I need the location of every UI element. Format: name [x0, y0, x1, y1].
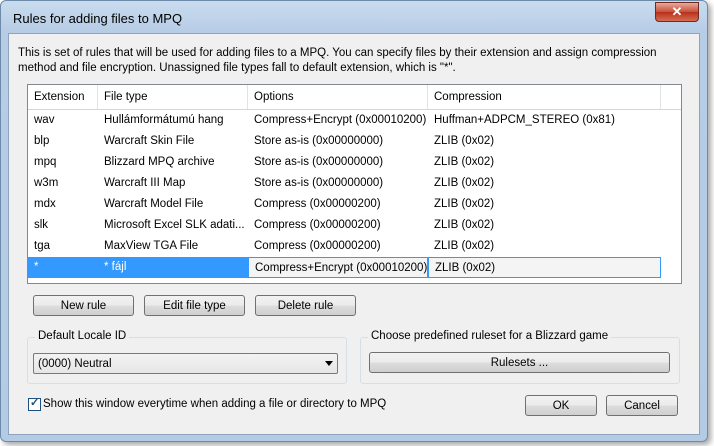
cell-extension: w3m: [34, 177, 59, 189]
ok-button[interactable]: OK: [525, 395, 597, 416]
window-title: Rules for adding files to MPQ: [13, 11, 183, 26]
cell-compression: ZLIB (0x02): [434, 198, 495, 210]
cell-file-type: Warcraft Skin File: [104, 135, 195, 147]
cell-options: Compress (0x00000200): [254, 198, 381, 210]
cell-extension: mdx: [34, 198, 56, 210]
table-row[interactable]: wav Hullámformátumú hang Compress+Encrypt …: [28, 110, 681, 131]
list-header: Extension File type Options Compression: [28, 85, 681, 110]
checkmark-icon: ✓: [30, 397, 40, 409]
title-bar[interactable]: Rules for adding files to MPQ ✕: [1, 1, 707, 33]
column-header-compression[interactable]: Compression: [428, 85, 661, 109]
cell-compression: ZLIB (0x02): [434, 135, 495, 147]
chevron-down-icon: [325, 361, 333, 366]
cell-extension: wav: [34, 114, 55, 126]
cell-file-type: Warcraft III Map: [104, 177, 186, 189]
cell-file-type: Blizzard MPQ archive: [104, 156, 215, 168]
cell-options: Compress (0x00000200): [254, 219, 381, 231]
table-row[interactable]: tga MaxView TGA File Compress (0x00000200)…: [28, 236, 681, 257]
cell-file-type: Microsoft Excel SLK adati...: [104, 219, 245, 231]
cell-options: Store as-is (0x00000000): [254, 135, 384, 147]
cancel-button[interactable]: Cancel: [606, 395, 678, 416]
cell-compression: ZLIB (0x02): [434, 177, 495, 189]
close-button[interactable]: ✕: [655, 2, 699, 22]
cell-options: Compress+Encrypt (0x00010200): [254, 114, 427, 126]
table-row[interactable]: blp Warcraft Skin File Store as-is (0x0000…: [28, 131, 681, 152]
cell-extension: slk: [34, 219, 49, 231]
table-row[interactable]: w3m Warcraft III Map Store as-is (0x000000…: [28, 173, 681, 194]
description-text: This is set of rules that will be used f…: [18, 47, 657, 74]
rulesets-button[interactable]: Rulesets ...: [369, 352, 670, 373]
cell-extension: *: [28, 257, 98, 278]
cell-options: Store as-is (0x00000000): [254, 156, 384, 168]
rules-list[interactable]: Extension File type Options Compression …: [27, 84, 682, 284]
cell-compression: ZLIB (0x02): [434, 240, 495, 252]
cell-file-type: Hullámformátumú hang: [104, 114, 224, 126]
cell-extension: blp: [34, 135, 50, 147]
show-window-checkbox[interactable]: ✓: [28, 397, 41, 411]
cell-compression: Huffman+ADPCM_STEREO (0x81): [434, 114, 615, 126]
locale-select[interactable]: (0000) Neutral: [33, 353, 338, 374]
cell-file-type: * fájl: [98, 257, 248, 278]
cell-options: Compress+Encrypt (0x00010200): [248, 257, 428, 278]
table-row[interactable]: slk Microsoft Excel SLK adati... Compress …: [28, 215, 681, 236]
locale-group-label: Default Locale ID: [35, 330, 130, 342]
new-rule-button[interactable]: New rule: [33, 295, 134, 316]
cell-extension: mpq: [34, 156, 57, 168]
locale-select-value: (0000) Neutral: [38, 358, 112, 370]
cell-file-type: MaxView TGA File: [104, 240, 199, 252]
cell-compression: ZLIB (0x02): [434, 219, 495, 231]
cell-file-type: Warcraft Model File: [104, 198, 204, 210]
cell-options: Store as-is (0x00000000): [254, 177, 384, 189]
show-window-checkbox-label[interactable]: Show this window everytime when adding a…: [43, 398, 386, 410]
cell-options: Compress (0x00000200): [254, 240, 381, 252]
column-header-extension[interactable]: Extension: [28, 85, 98, 109]
column-header-file-type[interactable]: File type: [98, 85, 248, 109]
cell-extension: tga: [34, 240, 50, 252]
ruleset-group-label: Choose predefined ruleset for a Blizzard…: [368, 330, 612, 342]
delete-rule-button[interactable]: Delete rule: [255, 295, 356, 316]
column-header-options[interactable]: Options: [248, 85, 428, 109]
cell-compression: ZLIB (0x02): [434, 156, 495, 168]
table-row[interactable]: mpq Blizzard MPQ archive Store as-is (0x00…: [28, 152, 681, 173]
edit-file-type-button[interactable]: Edit file type: [144, 295, 245, 316]
table-row[interactable]: * * fájl Compress+Encrypt (0x00010200) ZLIB…: [28, 257, 681, 278]
cell-compression: ZLIB (0x02): [428, 257, 661, 278]
table-row[interactable]: mdx Warcraft Model File Compress (0x000002…: [28, 194, 681, 215]
